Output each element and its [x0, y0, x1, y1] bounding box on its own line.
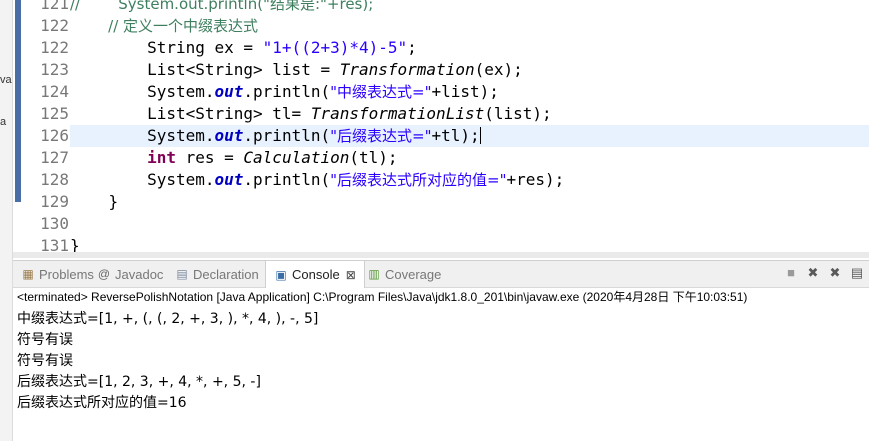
views-tab-bar: ▦ Problems @ Javadoc ▤ Declaration ▣ Console ⊠ ▥ C… — [13, 260, 869, 288]
tab-label: Console — [292, 267, 340, 282]
code-token: out — [214, 170, 244, 189]
code-token: System. — [70, 170, 215, 189]
code-token: (list); — [484, 104, 552, 123]
tab-declaration[interactable]: ▤ Declaration — [173, 261, 261, 287]
code-token: System. — [70, 126, 215, 145]
console-line: 后缀表达式所对应的值=16 — [17, 395, 187, 411]
line-number: 126 — [40, 126, 69, 145]
code-line[interactable]: List<String> tl= TransformationList(list… — [70, 103, 869, 125]
line-number: 122 — [40, 16, 69, 35]
editor-horizontal-scrollbar[interactable] — [13, 252, 869, 258]
code-token: "后缀表达式所对应的值=" — [330, 171, 507, 189]
line-number: 123 — [40, 60, 69, 79]
code-token: +list); — [431, 82, 499, 101]
console-output[interactable]: 中缀表达式=[1, +, (, (, 2, +, 3, ), *, 4, ), … — [17, 308, 857, 413]
line-number: 129 — [40, 192, 69, 211]
left-panel-fragment: a — [0, 116, 7, 128]
code-line[interactable]: System.out.println("中缀表达式="+list); — [70, 81, 869, 103]
code-token: .println( — [243, 170, 331, 189]
code-line[interactable]: List<String> list = Transformation(ex); — [70, 59, 869, 81]
tab-javadoc[interactable]: @ Javadoc — [95, 261, 165, 287]
code-token: int — [147, 148, 176, 167]
code-token: String ex = — [70, 38, 263, 57]
close-tab-icon[interactable]: ⊠ — [346, 268, 356, 282]
code-line[interactable]: // System.out.println("结果是:"+res); — [70, 0, 869, 15]
remove-launch-icon[interactable]: ✖ — [805, 265, 821, 281]
console-line: 中缀表达式=[1, +, (, (, 2, +, 3, ), *, 4, ), … — [17, 311, 319, 327]
left-panel-edge: va a — [0, 0, 13, 441]
editor-annotation-bar — [15, 0, 21, 202]
terminate-icon[interactable]: ■ — [783, 265, 799, 281]
javadoc-icon: @ — [97, 267, 111, 281]
code-token: out — [214, 126, 244, 145]
line-number: 131 — [40, 236, 69, 252]
code-token: // System.out.println("结果是:"+res); — [70, 0, 374, 13]
line-number: 121 — [40, 0, 69, 13]
code-line[interactable]: String ex = "1+((2+3)*4)-5"; — [70, 37, 869, 59]
tab-coverage[interactable]: ▥ Coverage — [365, 261, 443, 287]
code-line[interactable]: } — [70, 235, 869, 252]
tab-console[interactable]: ▣ Console ⊠ — [265, 261, 365, 288]
code-line[interactable]: // 定义一个中缀表达式 — [70, 15, 869, 37]
code-line[interactable]: int res = Calculation(tl); — [70, 147, 869, 169]
code-token: TransformationList — [310, 104, 485, 123]
tab-label: Coverage — [385, 266, 442, 282]
line-number: 122 — [40, 38, 69, 57]
tab-problems[interactable]: ▦ Problems — [19, 261, 96, 287]
code-token: .println( — [243, 82, 331, 101]
code-token: System. — [70, 82, 215, 101]
code-editor[interactable]: 121 122 122 123 124 125 126 127 128 129 130 131 // … — [13, 0, 869, 252]
code-token: res = — [175, 148, 244, 167]
console-line: 符号有误 — [17, 332, 73, 348]
code-token: Transformation — [339, 60, 475, 79]
console-launch-info: <terminated> ReversePolishNotation [Java… — [17, 290, 748, 304]
code-token: "中缀表达式=" — [330, 83, 432, 101]
code-token: +res); — [506, 170, 565, 189]
console-line: 符号有误 — [17, 353, 73, 369]
code-token: ; — [407, 38, 417, 57]
code-token: out — [214, 82, 244, 101]
text-caret — [479, 127, 481, 144]
code-line[interactable]: } — [70, 191, 869, 213]
code-token: "1+((2+3)*4)-5" — [262, 38, 408, 57]
code-token: List<String> list = — [70, 60, 340, 79]
code-token: "后缀表达式=" — [330, 127, 432, 145]
line-number: 130 — [40, 214, 69, 233]
code-token: .println( — [243, 126, 331, 145]
tab-label: Javadoc — [115, 266, 164, 282]
code-token: (tl); — [349, 148, 398, 167]
code-token: +tl); — [431, 126, 480, 145]
line-number: 124 — [40, 82, 69, 101]
left-panel-fragment: va — [0, 74, 12, 86]
code-token: Calculation — [243, 148, 350, 167]
tab-label: Problems — [39, 266, 94, 282]
code-token: List<String> tl= — [70, 104, 311, 123]
code-token: } — [70, 192, 119, 211]
line-number: 125 — [40, 104, 69, 123]
line-number: 128 — [40, 170, 69, 189]
tab-label: Declaration — [193, 266, 259, 282]
coverage-icon: ▥ — [368, 267, 380, 281]
problems-icon: ▦ — [22, 267, 34, 281]
clear-console-icon[interactable]: ▤ — [849, 265, 865, 281]
console-icon: ▣ — [275, 267, 287, 282]
line-number: 127 — [40, 148, 69, 167]
console-line: 后缀表达式=[1, 2, 3, +, 4, *, +, 5, -] — [17, 374, 261, 390]
code-token: (ex); — [474, 60, 523, 79]
code-token: } — [70, 236, 80, 252]
remove-all-terminated-icon[interactable]: ✖ — [827, 265, 843, 281]
current-code-line[interactable]: System.out.println("后缀表达式="+tl); — [70, 125, 869, 147]
code-line[interactable]: System.out.println("后缀表达式所对应的值="+res); — [70, 169, 869, 191]
line-number-gutter: 121 122 122 123 124 125 126 127 128 129 130 131 — [23, 0, 71, 252]
code-token: // 定义一个中缀表达式 — [70, 17, 259, 35]
declaration-icon: ▤ — [176, 267, 188, 281]
code-line[interactable] — [70, 213, 869, 235]
